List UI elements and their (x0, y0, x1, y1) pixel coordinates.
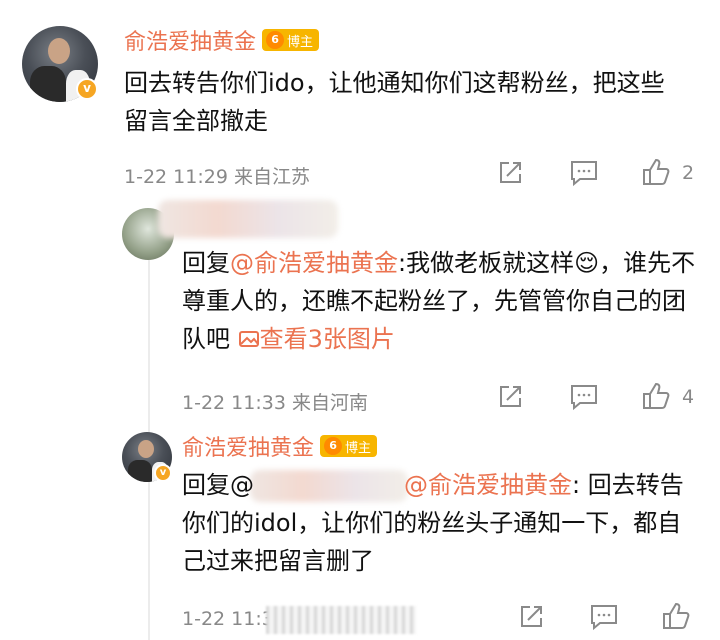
view-images-label: 查看3张图片 (259, 325, 395, 353)
username[interactable]: 俞浩爱抽黄金 (182, 430, 314, 462)
level-icon: 6 (324, 437, 343, 455)
reply-prefix: 回复 (182, 249, 230, 277)
reply-text: 回复@俞浩爱抽黄金:我做老板就这样😌，谁先不尊重人的，还瞧不起粉丝了，先管管你自… (182, 244, 697, 358)
comment-icon[interactable] (588, 602, 620, 632)
blurred-username (158, 200, 338, 238)
mention-link[interactable]: @俞浩爱抽黄金 (230, 249, 398, 277)
share-icon[interactable] (495, 158, 525, 188)
reply-prefix: 回复@ (182, 471, 254, 499)
reply-meta: 1-22 11:3 (182, 608, 274, 630)
view-images-link[interactable]: 查看3张图片 (238, 325, 395, 353)
comment-text: 回去转告你们ido，让他通知你们这帮粉丝，把这些留言全部撤走 (124, 69, 665, 135)
like-count: 2 (682, 162, 695, 184)
comment-meta: 1-22 11:29 来自江苏 (124, 166, 310, 188)
like-icon[interactable] (640, 380, 672, 412)
badge-label: 博主 (287, 34, 314, 50)
like-count: 4 (682, 386, 695, 408)
comment-icon[interactable] (568, 382, 600, 412)
verified-icon: v (154, 464, 172, 482)
blogger-badge: 6 博主 (262, 29, 320, 51)
share-icon[interactable] (495, 382, 525, 412)
like-icon[interactable] (660, 600, 692, 632)
image-icon (238, 331, 259, 347)
badge-label: 博主 (345, 440, 372, 456)
mention-link[interactable]: @俞浩爱抽黄金 (404, 471, 572, 499)
level-icon: 6 (266, 31, 285, 49)
reply-text: 回复@ @俞浩爱抽黄金: 回去转告你们的idol，让你们的粉丝头子通知一下，都自己… (182, 466, 702, 580)
share-icon[interactable] (516, 602, 546, 632)
username[interactable]: 俞浩爱抽黄金 (124, 24, 256, 56)
blogger-badge: 6 博主 (320, 435, 378, 457)
verified-icon: v (76, 78, 98, 100)
blurred-location (266, 606, 416, 634)
comment-icon[interactable] (568, 158, 600, 188)
reply-meta: 1-22 11:33 来自河南 (182, 392, 368, 414)
like-icon[interactable] (640, 156, 672, 188)
